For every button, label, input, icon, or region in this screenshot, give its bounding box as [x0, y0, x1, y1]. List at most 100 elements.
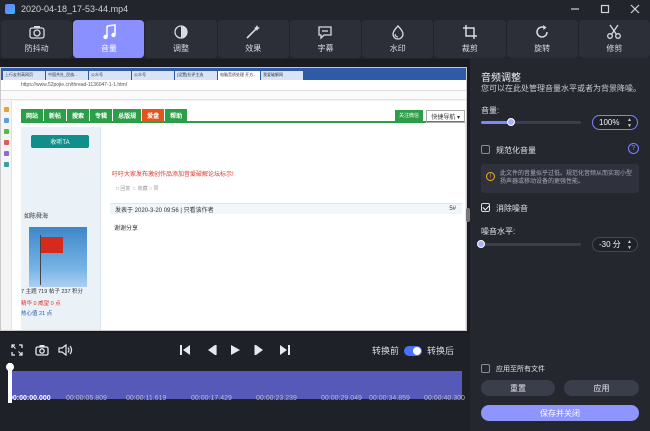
fullscreen-icon[interactable] — [10, 343, 24, 357]
noise-value: -30 分 — [599, 240, 621, 249]
after-label: 转换后 — [426, 346, 454, 356]
normalize-label: 规范化音量 — [496, 146, 536, 155]
user-stats: 7 主题 719 帖子 237 积分 精华 0 威望 0 点 热心值 21 点 — [21, 287, 101, 317]
time-tick: 00:00:11.619 — [126, 395, 167, 402]
apply-button[interactable]: 应用 — [564, 380, 639, 396]
quick-nav: 快捷导航 ▾ — [426, 110, 465, 123]
current-time: 00:00:00.000 — [9, 395, 51, 402]
warning-icon: ! — [486, 172, 495, 181]
sidebar-app-icon — [4, 162, 9, 167]
browser-favorites-bar — [1, 91, 466, 100]
end-time: 00:00:40.300 — [424, 395, 465, 402]
before-after-switch[interactable] — [403, 345, 422, 356]
post-floor: 5# — [449, 206, 456, 212]
video-editor-window: 2020-04-18_17-53-44.mp4 防抖动 音量 调整 效果 字幕 … — [0, 0, 650, 431]
previous-frame-icon[interactable] — [204, 343, 218, 357]
time-tick: 00:00:29.049 — [321, 395, 362, 402]
forum-notice: 吁吁大家发布激创作品添加音爱破解论坛标示! — [112, 172, 234, 178]
watermark-icon — [390, 24, 406, 40]
screenshot-camera-icon[interactable] — [34, 343, 50, 357]
noise-level-slider[interactable] — [477, 240, 581, 248]
time-tick: 00:00:23.239 — [256, 395, 297, 402]
sidebar-app-icon — [4, 118, 9, 123]
tool-adjust[interactable]: 调整 — [145, 20, 217, 58]
tool-label: 裁剪 — [461, 44, 478, 53]
site-nav-item: 网站 — [21, 108, 44, 122]
before-after-toggle: 转换前 转换后 — [372, 344, 454, 357]
maximize-icon[interactable] — [590, 0, 620, 18]
browser-page: 网站 新帖 搜索 专辑 总版规 爱盘 帮助 关注微信 快捷导航 ▾ 收听TA 如… — [1, 101, 466, 330]
play-icon[interactable] — [228, 343, 242, 357]
volume-value: 100% — [599, 118, 620, 127]
browser-tab: 我爱破解网 — [261, 71, 303, 80]
spinner-arrows-icon[interactable]: ▲ ▼ — [627, 239, 632, 251]
user-name: 如陈舜海 — [24, 214, 49, 220]
noise-level-input[interactable]: -30 分 ▲ ▼ — [592, 237, 638, 252]
time-tick: 00:00:17.429 — [191, 395, 232, 402]
sidebar-app-icon — [4, 151, 9, 156]
apply-all-checkbox[interactable] — [481, 364, 490, 373]
tool-subtitle[interactable]: 字幕 — [289, 20, 362, 58]
sidebar-app-icon — [4, 107, 9, 112]
volume-slider-knob[interactable] — [507, 118, 515, 126]
tool-stabilize[interactable]: 防抖动 — [1, 20, 73, 58]
volume-label: 音量: — [481, 106, 500, 115]
time-tick: 00:00:05.809 — [66, 395, 107, 402]
skip-start-icon[interactable] — [178, 343, 192, 357]
video-preview[interactable]: 上行友利高网页 中国共社_民族... 公众号 公众号 [设置]社评主选 电脑音质… — [0, 59, 470, 333]
help-icon[interactable]: ? — [628, 143, 639, 154]
avatar — [29, 227, 87, 287]
noise-slider-knob[interactable] — [477, 240, 485, 248]
close-icon[interactable] — [620, 0, 650, 18]
spinner-arrows-icon[interactable]: ▲ ▼ — [627, 117, 632, 129]
audio-adjust-panel: 音频调整 您可以在此处管理音量水平或者为背景降噪。 音量: 100% ▲ ▼ 规范… — [470, 59, 650, 431]
post-meta: 发表于 2020-3-20 09:56 | 只看该作者 5# — [110, 203, 462, 214]
noise-level-label: 噪音水平: — [481, 227, 516, 236]
subtitle-bubble-icon — [317, 24, 333, 40]
app-logo-icon — [5, 4, 15, 14]
site-nav-item: 新帖 — [44, 108, 67, 122]
post-column: 吁吁大家发布激创作品添加音爱破解论坛标示! □ 回复 ☆ 收藏 ○ 赞 发表于 … — [104, 127, 466, 330]
collect-button: 收听TA — [31, 135, 89, 148]
tool-label: 旋转 — [534, 44, 551, 53]
denoise-checkbox[interactable] — [481, 203, 490, 212]
tool-label: 音量 — [100, 44, 117, 53]
user-stats-line: 7 主题 719 帖子 237 积分 — [21, 289, 84, 295]
minimize-icon[interactable] — [560, 0, 590, 18]
panel-title: 音频调整 — [481, 73, 521, 84]
browser-url: https://www.52pojie.cn/thread-1136047-1-… — [21, 82, 127, 88]
tool-label: 水印 — [389, 44, 406, 53]
title-bar: 2020-04-18_17-53-44.mp4 — [0, 0, 650, 18]
site-nav-item: 总版规 — [113, 108, 142, 122]
tool-rotate[interactable]: 旋转 — [506, 20, 578, 58]
user-stats-line: 精华 0 威望 0 点 — [21, 301, 61, 307]
tool-label: 调整 — [173, 44, 190, 53]
tool-label: 修剪 — [606, 44, 623, 53]
tool-volume[interactable]: 音量 — [73, 20, 145, 58]
reset-button[interactable]: 重置 — [481, 380, 555, 396]
window-title: 2020-04-18_17-53-44.mp4 — [21, 4, 129, 14]
browser-tab: 中国共社_民族... — [46, 71, 88, 80]
tool-trim[interactable]: 修剪 — [578, 20, 650, 58]
next-frame-icon[interactable] — [253, 343, 267, 357]
volume-slider[interactable] — [481, 118, 581, 126]
browser-tab: 公众号 — [132, 71, 174, 80]
site-nav-item: 搜索 — [67, 108, 90, 122]
site-nav-item: 专辑 — [90, 108, 113, 122]
warning-text: 此文件的音量似乎过低。规范化音频从而实现小型扬声器或移动设备的更强性能。 — [500, 171, 633, 185]
camera-icon — [28, 24, 45, 40]
tool-effects[interactable]: 效果 — [217, 20, 289, 58]
save-and-close-button[interactable]: 保存并关闭 — [481, 405, 639, 421]
flag — [41, 237, 63, 253]
tool-crop[interactable]: 裁剪 — [434, 20, 506, 58]
music-note-icon — [101, 24, 117, 40]
skip-end-icon[interactable] — [278, 343, 292, 357]
tool-watermark[interactable]: 水印 — [362, 20, 434, 58]
normalize-checkbox[interactable] — [481, 145, 490, 154]
volume-input[interactable]: 100% ▲ ▼ — [592, 115, 638, 130]
panel-description: 您可以在此处管理音量水平或者为背景降噪。 — [481, 84, 641, 93]
timeline-ticks: 00:00:00.000 00:00:05.809 00:00:11.619 0… — [0, 395, 470, 407]
contrast-icon — [173, 24, 189, 40]
browser-sidebar — [1, 101, 12, 330]
speaker-icon[interactable] — [58, 343, 74, 357]
